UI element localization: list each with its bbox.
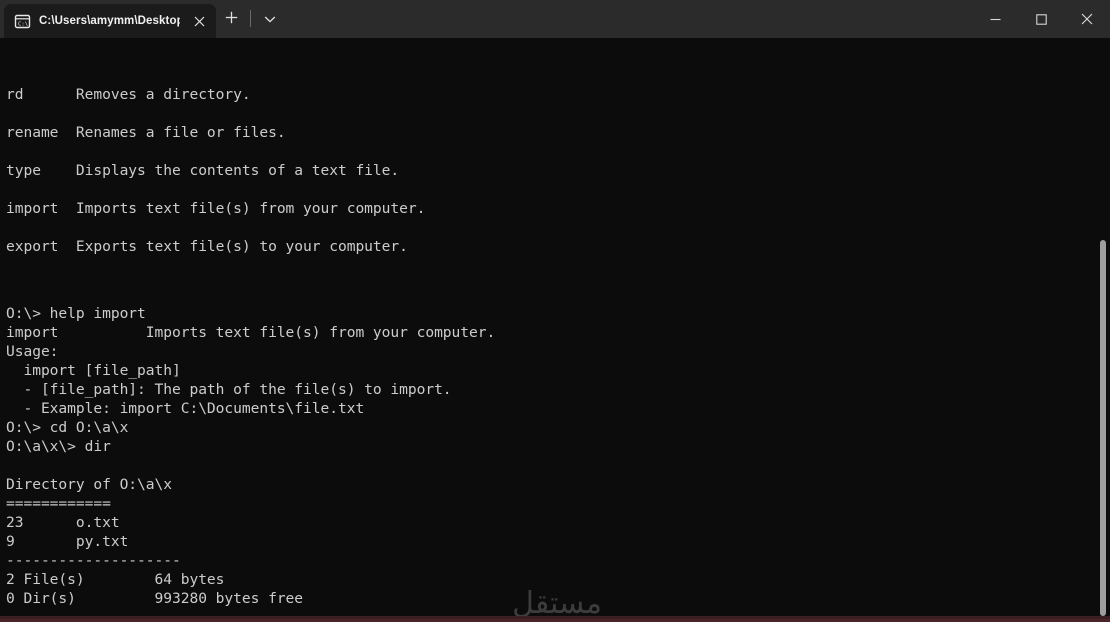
console-line: 9 py.txt <box>6 533 129 550</box>
console-output: rd Removes a directory. rename Renames a … <box>6 38 1110 616</box>
console-line: O:\> help import <box>6 305 146 322</box>
minimize-icon <box>990 14 1001 25</box>
tab-dropdown-button[interactable] <box>255 3 285 33</box>
console-line: O:\a\x\> dir <box>6 438 111 455</box>
console-line: O:\> cd O:\a\x <box>6 419 129 436</box>
console-line: rename Renames a file or files. <box>6 124 286 141</box>
help-command-list: rd Removes a directory. rename Renames a … <box>6 76 1110 266</box>
title-bar: C:\ C:\Users\amymm\Desktop\Vi <box>0 0 1110 38</box>
console-line: import Imports text file(s) from your co… <box>6 200 426 217</box>
scrollbar-thumb[interactable] <box>1100 240 1106 616</box>
console-line: 0 Dir(s) 993280 bytes free <box>6 590 304 607</box>
terminal-viewport[interactable]: rd Removes a directory. rename Renames a … <box>0 38 1110 616</box>
console-line: - [file_path]: The path of the file(s) t… <box>6 381 452 398</box>
console-line: -------------------- <box>6 552 181 569</box>
tab-close-icon[interactable] <box>188 10 210 32</box>
minimize-button[interactable] <box>972 0 1018 38</box>
scrollbar-track[interactable] <box>1096 38 1110 616</box>
tab-strip: C:\ C:\Users\amymm\Desktop\Vi <box>0 0 285 38</box>
console-line: import [file_path] <box>6 362 181 379</box>
console-line: import Imports text file(s) from your co… <box>6 324 496 341</box>
tab-title: C:\Users\amymm\Desktop\Vi <box>39 15 180 27</box>
plus-icon <box>225 9 238 28</box>
svg-text:C:\: C:\ <box>18 21 28 27</box>
console-line: - Example: import C:\Documents\file.txt <box>6 400 365 417</box>
close-icon <box>1081 13 1093 25</box>
session-transcript: O:\> help import import Imports text file… <box>6 304 1110 616</box>
window-close-button[interactable] <box>1064 0 1110 38</box>
console-line: Usage: <box>6 343 59 360</box>
tab-actions <box>216 0 285 38</box>
console-line: ============ <box>6 495 111 512</box>
console-line: type Displays the contents of a text fil… <box>6 162 400 179</box>
console-line: rd Removes a directory. <box>6 86 251 103</box>
console-line: export Exports text file(s) to your comp… <box>6 238 408 255</box>
new-tab-button[interactable] <box>216 3 246 33</box>
console-line: 2 File(s) 64 bytes <box>6 571 225 588</box>
maximize-icon <box>1035 13 1047 25</box>
terminal-tab[interactable]: C:\ C:\Users\amymm\Desktop\Vi <box>4 4 216 38</box>
tab-actions-divider <box>250 9 251 27</box>
chevron-down-icon <box>264 9 276 28</box>
window-controls <box>972 0 1110 38</box>
maximize-button[interactable] <box>1018 0 1064 38</box>
bottom-accent-strip <box>0 616 1110 622</box>
terminal-icon: C:\ <box>14 13 31 30</box>
console-line: 23 o.txt <box>6 514 120 531</box>
console-line: Directory of O:\a\x <box>6 476 172 493</box>
